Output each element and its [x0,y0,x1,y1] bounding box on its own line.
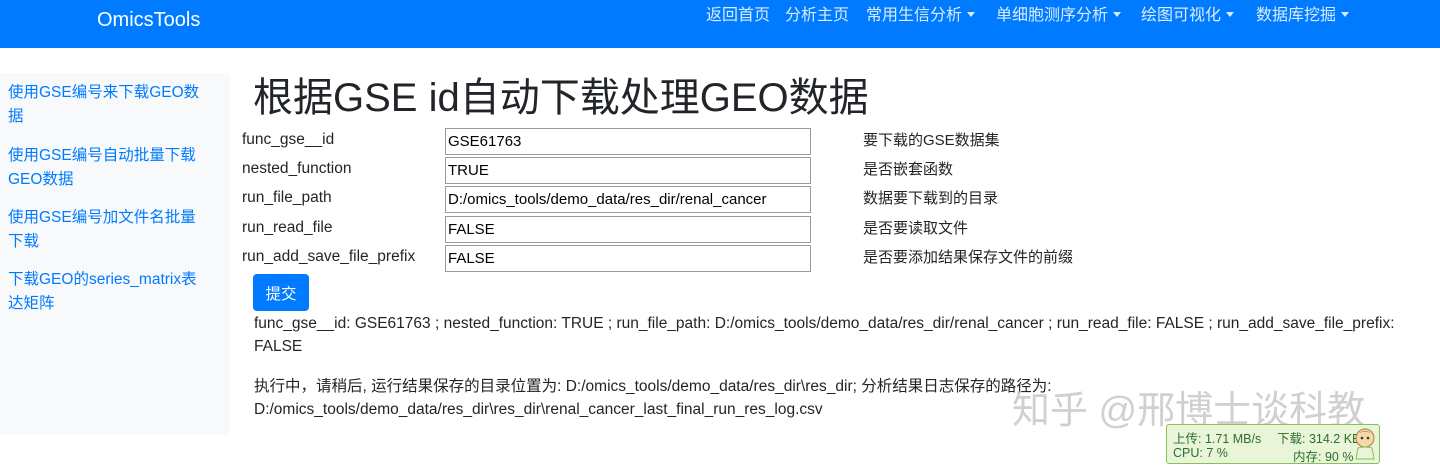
params-summary-line-1: func_gse__id: GSE61763 ; nested_function… [254,315,1395,332]
nav-bioinfo-label: 常用生信分析 [866,7,963,24]
nav-database-dropdown[interactable]: 数据库挖掘 [1256,6,1350,26]
nav-database-label: 数据库挖掘 [1256,7,1337,24]
run-add-save-file-prefix-input[interactable] [445,245,811,272]
page-title: 根据GSE id自动下载处理GEO数据 [253,76,869,120]
param-label-func-gse-id: func_gse__id [242,131,335,148]
sidebar-link-series-matrix[interactable]: 下载GEO的series_matrix表达矩阵 [8,268,208,316]
nav-singlecell-dropdown[interactable]: 单细胞测序分析 [996,6,1122,26]
sidebar-link-download-geo[interactable]: 使用GSE编号来下载GEO数据 [8,81,208,129]
param-label-nested-function: nested_function [242,160,352,177]
chevron-down-icon [1341,12,1350,17]
mascot-icon [1355,428,1375,460]
nav-visualization-label: 绘图可视化 [1141,7,1222,24]
chevron-down-icon [967,12,976,17]
param-desc-run-add-save-file-prefix: 是否要添加结果保存文件的前缀 [863,249,1074,266]
brand-logo[interactable]: OmicsTools [97,8,200,32]
nav-bioinfo-dropdown[interactable]: 常用生信分析 [866,6,976,26]
nav-analysis-home-label: 分析主页 [785,7,850,24]
sidebar: 使用GSE编号来下载GEO数据 使用GSE编号自动批量下载GEO数据 使用GSE… [0,73,230,435]
param-desc-func-gse-id: 要下载的GSE数据集 [863,132,1000,149]
memory-usage: 内存: 90 % [1293,450,1354,464]
nav-visualization-dropdown[interactable]: 绘图可视化 [1141,6,1235,26]
cpu-usage: CPU: 7 % [1173,446,1228,460]
chevron-down-icon [1113,12,1122,17]
params-summary-line-2: FALSE [254,338,303,355]
nav-home[interactable]: 返回首页 [706,6,770,26]
nav-home-label: 返回首页 [706,7,771,24]
param-label-run-add-save-file-prefix: run_add_save_file_prefix [242,248,416,265]
param-label-run-read-file: run_read_file [242,219,333,236]
sidebar-link-batch-download-filename[interactable]: 使用GSE编号加文件名批量下载 [8,206,208,254]
param-label-run-file-path: run_file_path [242,189,332,206]
sidebar-link-batch-download-geo[interactable]: 使用GSE编号自动批量下载GEO数据 [8,144,208,192]
param-desc-nested-function: 是否嵌套函数 [863,161,954,178]
chevron-down-icon [1226,12,1235,17]
top-navbar: OmicsTools 返回首页 分析主页 常用生信分析 单细胞测序分析 绘图可视… [0,0,1440,48]
run-file-path-input[interactable] [445,186,811,213]
nav-singlecell-label: 单细胞测序分析 [996,7,1109,24]
param-desc-run-file-path: 数据要下载到的目录 [863,190,999,207]
nav-analysis-home[interactable]: 分析主页 [785,6,849,26]
param-desc-run-read-file: 是否要读取文件 [863,220,969,237]
submit-button[interactable]: 提交 [253,274,309,311]
run-read-file-input[interactable] [445,216,811,243]
network-monitor-widget[interactable]: 上传: 1.71 MB/s 下载: 314.2 KB/s CPU: 7 % 内存… [1166,424,1380,464]
nested-function-input[interactable] [445,157,811,184]
upload-speed: 上传: 1.71 MB/s [1173,432,1262,446]
func-gse-id-input[interactable] [445,128,811,155]
